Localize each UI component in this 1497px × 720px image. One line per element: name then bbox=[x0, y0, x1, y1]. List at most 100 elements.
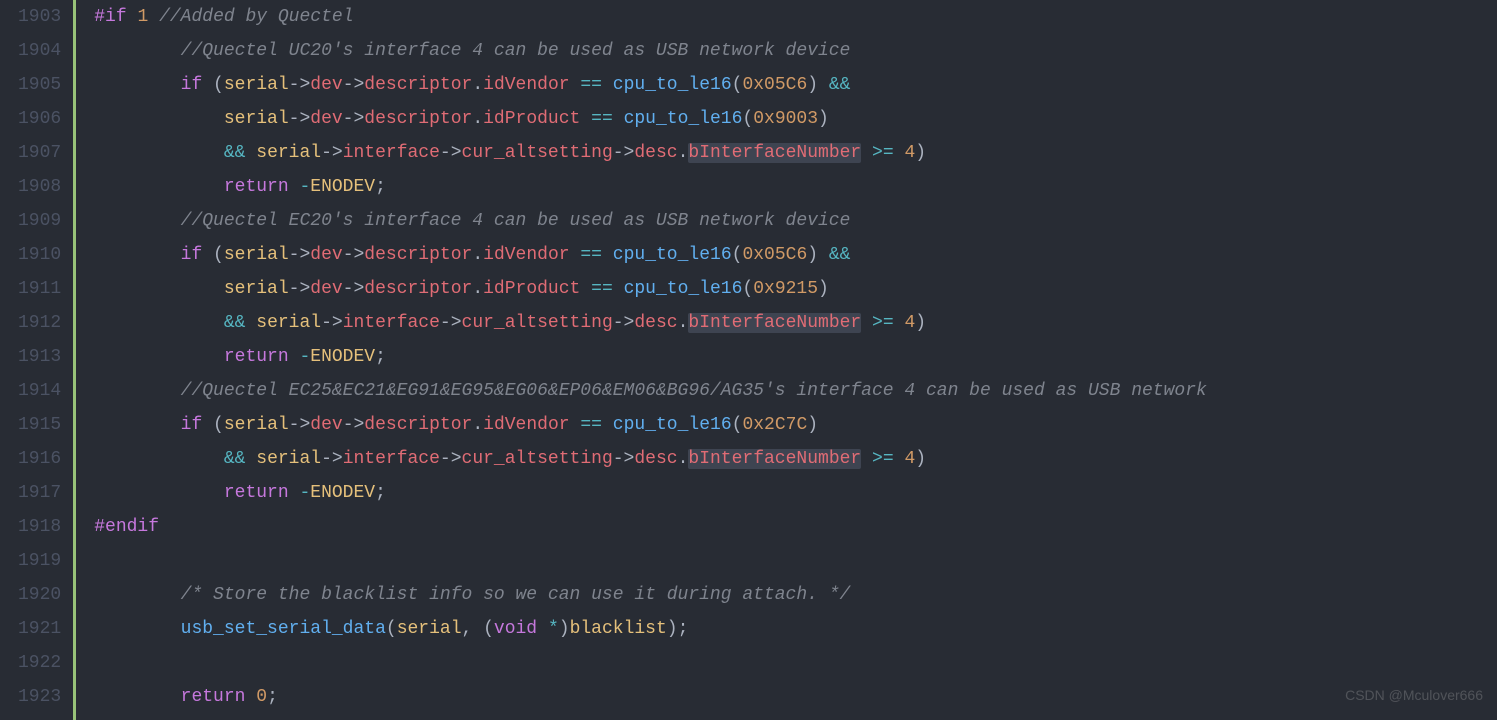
token: cpu_to_le16 bbox=[613, 245, 732, 265]
token: . bbox=[472, 75, 483, 95]
token: ( bbox=[202, 415, 224, 435]
code-line[interactable] bbox=[94, 646, 1497, 680]
token: serial bbox=[224, 109, 289, 129]
token: //Added by Quectel bbox=[159, 7, 353, 27]
code-line[interactable]: && serial->interface->cur_altsetting->de… bbox=[94, 136, 1497, 170]
token: ) bbox=[818, 279, 829, 299]
line-number: 1914 bbox=[18, 374, 61, 408]
token: serial bbox=[397, 619, 462, 639]
line-number: 1919 bbox=[18, 544, 61, 578]
token: interface bbox=[343, 143, 440, 163]
code-line[interactable]: #endif bbox=[94, 510, 1497, 544]
code-line[interactable]: if (serial->dev->descriptor.idVendor == … bbox=[94, 238, 1497, 272]
code-line[interactable] bbox=[94, 544, 1497, 578]
code-line[interactable]: && serial->interface->cur_altsetting->de… bbox=[94, 306, 1497, 340]
token: 0x9215 bbox=[753, 279, 818, 299]
token: . bbox=[472, 245, 483, 265]
code-line[interactable]: //Quectel UC20's interface 4 can be used… bbox=[94, 34, 1497, 68]
code-line[interactable]: serial->dev->descriptor.idProduct == cpu… bbox=[94, 272, 1497, 306]
token: && bbox=[829, 75, 851, 95]
token bbox=[245, 687, 256, 707]
token: serial bbox=[224, 245, 289, 265]
token: . bbox=[678, 143, 689, 163]
token bbox=[537, 619, 548, 639]
code-line[interactable]: if (serial->dev->descriptor.idVendor == … bbox=[94, 68, 1497, 102]
token: descriptor bbox=[364, 75, 472, 95]
token: /* Store the blacklist info so we can us… bbox=[181, 585, 851, 605]
line-number: 1922 bbox=[18, 646, 61, 680]
token: ; bbox=[375, 483, 386, 503]
line-number: 1903 bbox=[18, 0, 61, 34]
code-line[interactable]: return -ENODEV; bbox=[94, 476, 1497, 510]
token: idProduct bbox=[483, 109, 580, 129]
token: serial bbox=[224, 279, 289, 299]
code-editor[interactable]: 1903190419051906190719081909191019111912… bbox=[0, 0, 1497, 720]
code-line[interactable]: return -ENODEV; bbox=[94, 170, 1497, 204]
token: ; bbox=[267, 687, 278, 707]
token: cur_altsetting bbox=[462, 449, 613, 469]
token: ( bbox=[386, 619, 397, 639]
code-line[interactable]: /* Store the blacklist info so we can us… bbox=[94, 578, 1497, 612]
token: //Quectel EC20's interface 4 can be used… bbox=[181, 211, 851, 231]
token: - bbox=[299, 347, 310, 367]
token: interface bbox=[343, 449, 440, 469]
token: dev bbox=[310, 109, 342, 129]
code-area[interactable]: #if 1 //Added by Quectel //Quectel UC20'… bbox=[76, 0, 1497, 720]
line-number: 1910 bbox=[18, 238, 61, 272]
token: -> bbox=[343, 75, 365, 95]
token bbox=[602, 75, 613, 95]
line-number: 1905 bbox=[18, 68, 61, 102]
token: bInterfaceNumber bbox=[688, 449, 861, 469]
code-line[interactable]: return -ENODEV; bbox=[94, 340, 1497, 374]
token: ( bbox=[742, 109, 753, 129]
code-line[interactable]: && serial->interface->cur_altsetting->de… bbox=[94, 442, 1497, 476]
token: -> bbox=[440, 143, 462, 163]
token: == bbox=[591, 109, 613, 129]
token bbox=[894, 143, 905, 163]
token bbox=[580, 279, 591, 299]
token: //Quectel UC20's interface 4 can be used… bbox=[181, 41, 851, 61]
token bbox=[613, 109, 624, 129]
token: dev bbox=[310, 415, 342, 435]
code-line[interactable]: if (serial->dev->descriptor.idVendor == … bbox=[94, 408, 1497, 442]
token bbox=[245, 143, 256, 163]
token: >= bbox=[872, 143, 894, 163]
token: -> bbox=[289, 109, 311, 129]
token: interface bbox=[343, 313, 440, 333]
token: -> bbox=[289, 75, 311, 95]
code-line[interactable]: serial->dev->descriptor.idProduct == cpu… bbox=[94, 102, 1497, 136]
token: dev bbox=[310, 279, 342, 299]
token: -> bbox=[321, 449, 343, 469]
code-line[interactable]: return 0; bbox=[94, 680, 1497, 714]
token: 0x05C6 bbox=[742, 245, 807, 265]
token: -> bbox=[321, 313, 343, 333]
token: && bbox=[224, 143, 246, 163]
line-number: 1916 bbox=[18, 442, 61, 476]
code-line[interactable]: //Quectel EC25&EC21&EG91&EG95&EG06&EP06&… bbox=[94, 374, 1497, 408]
token: if bbox=[181, 75, 203, 95]
token: -> bbox=[289, 245, 311, 265]
token: -> bbox=[613, 143, 635, 163]
token: blacklist bbox=[570, 619, 667, 639]
token: -> bbox=[343, 245, 365, 265]
token: descriptor bbox=[364, 245, 472, 265]
token: serial bbox=[256, 313, 321, 333]
token: 4 bbox=[904, 313, 915, 333]
token: ENODEV bbox=[310, 483, 375, 503]
token: serial bbox=[256, 143, 321, 163]
code-line[interactable]: #if 1 //Added by Quectel bbox=[94, 0, 1497, 34]
line-number: 1918 bbox=[18, 510, 61, 544]
token: . bbox=[472, 415, 483, 435]
token: ) bbox=[559, 619, 570, 639]
token bbox=[613, 279, 624, 299]
token bbox=[894, 449, 905, 469]
token: && bbox=[224, 313, 246, 333]
token: descriptor bbox=[364, 279, 472, 299]
token: bInterfaceNumber bbox=[688, 143, 861, 163]
token: 4 bbox=[904, 143, 915, 163]
code-line[interactable]: //Quectel EC20's interface 4 can be used… bbox=[94, 204, 1497, 238]
token: -> bbox=[343, 109, 365, 129]
token bbox=[289, 483, 300, 503]
token: * bbox=[548, 619, 559, 639]
code-line[interactable]: usb_set_serial_data(serial, (void *)blac… bbox=[94, 612, 1497, 646]
